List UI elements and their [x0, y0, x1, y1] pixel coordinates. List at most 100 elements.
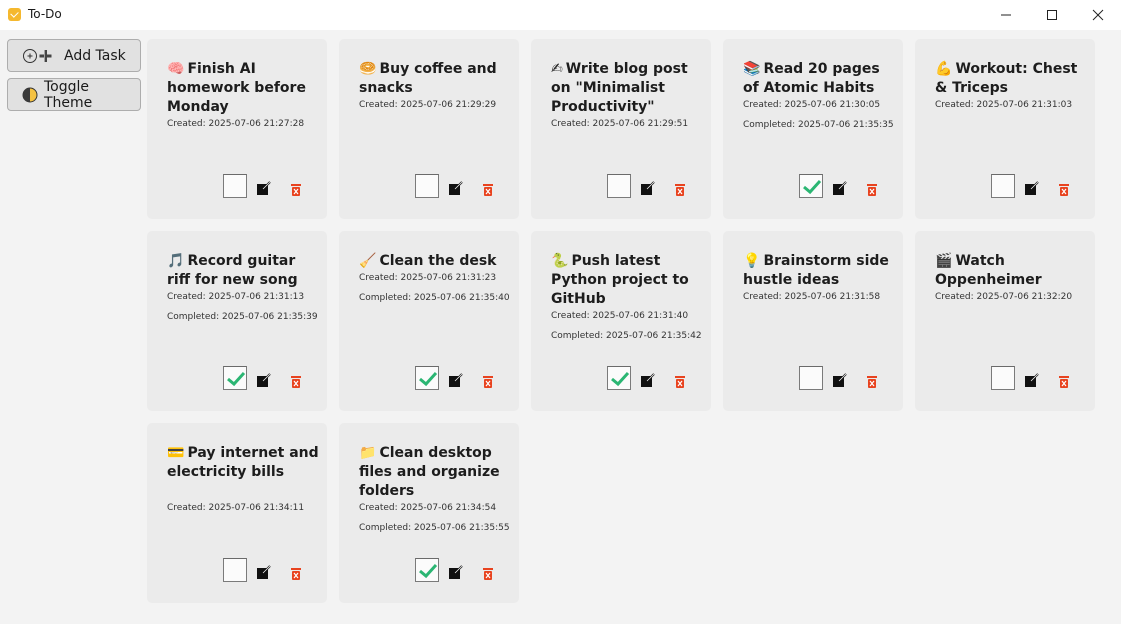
task-card: 🧠 Finish AI homework before Monday Created… [147, 39, 327, 219]
task-created: Created: 2025-07-06 21:34:11 [167, 503, 305, 513]
task-card: 📚 Read 20 pages of Atomic Habits Created: … [723, 39, 903, 219]
task-title: 🧠 Finish AI homework before Monday [167, 60, 319, 117]
task-title-text: Brainstorm side hustle ideas [743, 253, 889, 288]
edit-icon[interactable] [257, 180, 271, 195]
trash-icon[interactable] [483, 181, 493, 196]
trash-icon[interactable] [867, 373, 877, 388]
trash-icon[interactable] [291, 181, 301, 196]
task-card: ✍ Write blog post on "Minimalist Producti… [531, 39, 711, 219]
task-title: 🎬 Watch Oppenheimer [935, 252, 1087, 290]
task-card: 💪 Workout: Chest & Triceps Created: 2025-0… [915, 39, 1095, 219]
task-created: Created: 2025-07-06 21:29:51 [551, 119, 689, 129]
edit-icon[interactable] [833, 180, 847, 195]
task-card: 🎵 Record guitar riff for new song Created:… [147, 231, 327, 411]
task-title-text: Pay internet and electricity bills [167, 445, 319, 480]
task-emoji: 📁 [359, 445, 377, 461]
trash-icon[interactable] [483, 373, 493, 388]
task-title-text: Write blog post on "Minimalist Productiv… [551, 61, 688, 115]
task-complete-checkbox[interactable] [223, 366, 247, 390]
task-complete-checkbox[interactable] [415, 558, 439, 582]
task-complete-checkbox[interactable] [799, 366, 823, 390]
task-created: Created: 2025-07-06 21:29:29 [359, 100, 497, 110]
close-button[interactable] [1075, 0, 1121, 30]
edit-icon[interactable] [257, 564, 271, 579]
maximize-button[interactable] [1029, 0, 1075, 30]
task-created: Created: 2025-07-06 21:32:20 [935, 292, 1073, 302]
edit-icon[interactable] [449, 564, 463, 579]
task-created: Created: 2025-07-06 21:31:58 [743, 292, 881, 302]
task-emoji: 🐍 [551, 253, 569, 269]
edit-icon[interactable] [257, 372, 271, 387]
task-created: Created: 2025-07-06 21:31:40 [551, 311, 689, 321]
add-task-button[interactable]: Add Task [7, 39, 141, 72]
window-title: To-Do [28, 7, 62, 21]
trash-icon[interactable] [291, 373, 301, 388]
task-created: Created: 2025-07-06 21:30:05 [743, 100, 881, 110]
task-completed: Completed: 2025-07-06 21:35:40 [359, 293, 510, 303]
task-complete-checkbox[interactable] [415, 174, 439, 198]
task-title: 🥯 Buy coffee and snacks [359, 60, 511, 98]
task-card: 🥯 Buy coffee and snacks Created: 2025-07-0… [339, 39, 519, 219]
edit-icon[interactable] [641, 180, 655, 195]
task-emoji: 💪 [935, 61, 953, 77]
task-title-text: Record guitar riff for new song [167, 253, 298, 288]
task-completed: Completed: 2025-07-06 21:35:55 [359, 523, 510, 533]
task-emoji: 💡 [743, 253, 761, 269]
task-created: Created: 2025-07-06 21:31:13 [167, 292, 305, 302]
task-title-text: Workout: Chest & Triceps [935, 61, 1078, 96]
trash-icon[interactable] [867, 181, 877, 196]
trash-icon[interactable] [291, 565, 301, 580]
task-title-text: Read 20 pages of Atomic Habits [743, 61, 880, 96]
task-title: 📚 Read 20 pages of Atomic Habits [743, 60, 895, 98]
task-emoji: 📚 [743, 61, 761, 77]
task-completed: Completed: 2025-07-06 21:35:35 [743, 120, 894, 130]
task-card: 🐍 Push latest Python project to GitHub Cre… [531, 231, 711, 411]
task-title: 🧹 Clean the desk [359, 252, 511, 271]
task-card: 💡 Brainstorm side hustle ideas Created: 20… [723, 231, 903, 411]
task-complete-checkbox[interactable] [991, 174, 1015, 198]
trash-icon[interactable] [483, 565, 493, 580]
maximize-icon [1047, 10, 1057, 20]
task-emoji: 💳 [167, 445, 185, 461]
task-emoji: 🧹 [359, 253, 377, 269]
task-title-text: Clean desktop files and organize folders [359, 445, 500, 499]
close-icon [1092, 9, 1104, 21]
task-complete-checkbox[interactable] [991, 366, 1015, 390]
edit-icon[interactable] [641, 372, 655, 387]
task-title: ✍ Write blog post on "Minimalist Producti… [551, 60, 703, 117]
task-emoji: 🎵 [167, 253, 185, 269]
edit-icon[interactable] [449, 372, 463, 387]
edit-icon[interactable] [833, 372, 847, 387]
toggle-theme-button[interactable]: Toggle Theme [7, 78, 141, 111]
task-title-text: Push latest Python project to GitHub [551, 253, 689, 307]
edit-icon[interactable] [1025, 180, 1039, 195]
minimize-button[interactable] [983, 0, 1029, 30]
app-icon [8, 8, 21, 21]
task-card: 💳 Pay internet and electricity bills Creat… [147, 423, 327, 603]
task-complete-checkbox[interactable] [415, 366, 439, 390]
edit-icon[interactable] [449, 180, 463, 195]
task-card: 🧹 Clean the desk Created: 2025-07-06 21:31… [339, 231, 519, 411]
task-complete-checkbox[interactable] [799, 174, 823, 198]
task-title: 💳 Pay internet and electricity bills [167, 444, 319, 482]
task-created: Created: 2025-07-06 21:27:28 [167, 119, 305, 129]
task-emoji: 🎬 [935, 253, 953, 269]
task-created: Created: 2025-07-06 21:31:03 [935, 100, 1073, 110]
minimize-icon [1001, 14, 1011, 16]
task-complete-checkbox[interactable] [607, 366, 631, 390]
task-title: 🎵 Record guitar riff for new song [167, 252, 319, 290]
trash-icon[interactable] [1059, 373, 1069, 388]
trash-icon[interactable] [1059, 181, 1069, 196]
task-emoji: ✍ [551, 61, 563, 77]
task-complete-checkbox[interactable] [223, 558, 247, 582]
task-complete-checkbox[interactable] [607, 174, 631, 198]
edit-icon[interactable] [1025, 372, 1039, 387]
task-complete-checkbox[interactable] [223, 174, 247, 198]
task-completed: Completed: 2025-07-06 21:35:39 [167, 312, 318, 322]
title-bar: To-Do [0, 0, 1121, 30]
toggle-theme-label: Toggle Theme [44, 78, 93, 111]
task-title-text: Clean the desk [379, 253, 497, 269]
trash-icon[interactable] [675, 373, 685, 388]
add-task-label: Add Task [64, 47, 126, 64]
trash-icon[interactable] [675, 181, 685, 196]
